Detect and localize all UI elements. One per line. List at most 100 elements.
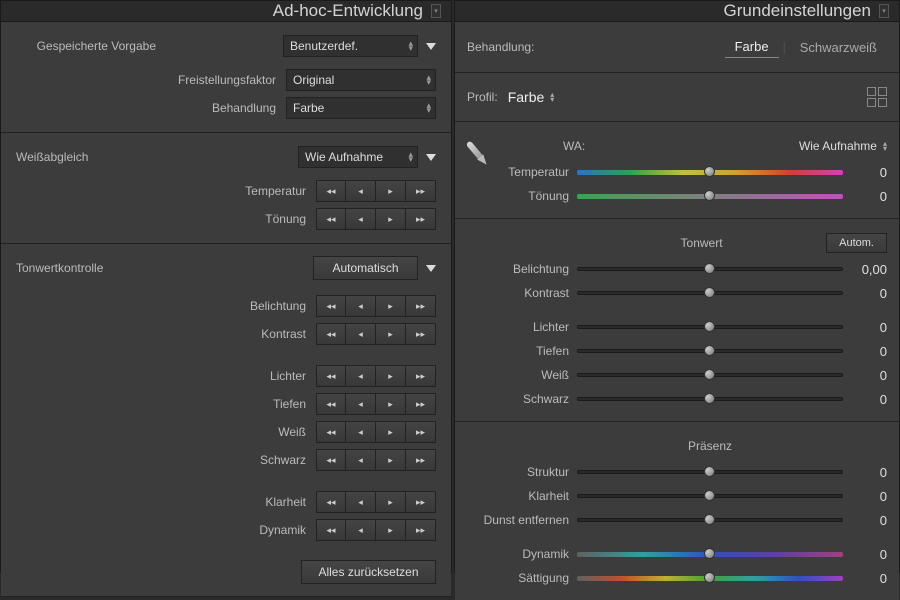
exposure-slider[interactable] xyxy=(577,263,843,275)
treatment-label: Behandlung: xyxy=(467,40,534,54)
saturation-slider[interactable] xyxy=(577,572,843,584)
step-big-up[interactable]: ▸▸ xyxy=(406,421,436,443)
preset-select[interactable]: Benutzerdef. ▴▾ xyxy=(283,35,418,57)
dehaze-value[interactable]: 0 xyxy=(843,513,887,528)
chevron-down-icon[interactable] xyxy=(426,154,436,161)
temp-slider[interactable] xyxy=(577,166,843,178)
blacks-value[interactable]: 0 xyxy=(843,392,887,407)
auto-button-r[interactable]: Autom. xyxy=(826,233,887,253)
shadows-label: Tiefen xyxy=(16,397,316,411)
step-big-down[interactable]: ◂◂ xyxy=(316,491,346,513)
reset-button[interactable]: Alles zurücksetzen xyxy=(301,560,436,584)
treatment-color[interactable]: Farbe xyxy=(725,36,779,58)
step-big-up[interactable]: ▸▸ xyxy=(406,365,436,387)
tint-value[interactable]: 0 xyxy=(843,189,887,204)
wb-select[interactable]: Wie Aufnahme ▴▾ xyxy=(799,139,887,153)
temp-label: Temperatur xyxy=(16,184,316,198)
exposure-label: Belichtung xyxy=(16,299,316,313)
highlights-value[interactable]: 0 xyxy=(843,320,887,335)
step-big-down[interactable]: ◂◂ xyxy=(316,519,346,541)
step-down[interactable]: ◂ xyxy=(346,421,376,443)
whites-slider[interactable] xyxy=(577,369,843,381)
step-up[interactable]: ▸ xyxy=(376,365,406,387)
step-big-down[interactable]: ◂◂ xyxy=(316,295,346,317)
treatment-bw[interactable]: Schwarzweiß xyxy=(790,37,887,58)
step-up[interactable]: ▸ xyxy=(376,323,406,345)
step-big-down[interactable]: ◂◂ xyxy=(316,449,346,471)
step-up[interactable]: ▸ xyxy=(376,393,406,415)
vibrance-label: Dynamik xyxy=(16,523,316,537)
step-big-up[interactable]: ▸▸ xyxy=(406,208,436,230)
shadows-slider[interactable] xyxy=(577,345,843,357)
vibrance-value[interactable]: 0 xyxy=(843,547,887,562)
step-down[interactable]: ◂ xyxy=(346,323,376,345)
chevron-down-icon[interactable] xyxy=(426,43,436,50)
shadows-value[interactable]: 0 xyxy=(843,344,887,359)
wb-select[interactable]: Wie Aufnahme ▴▾ xyxy=(298,146,418,168)
step-up[interactable]: ▸ xyxy=(376,491,406,513)
wb-section: Weißabgleich Wie Aufnahme ▴▾ Temperatur … xyxy=(1,133,451,244)
step-down[interactable]: ◂ xyxy=(346,393,376,415)
step-down[interactable]: ◂ xyxy=(346,491,376,513)
step-big-down[interactable]: ◂◂ xyxy=(316,365,346,387)
contrast-slider[interactable] xyxy=(577,287,843,299)
shadows-stepper: ◂◂ ◂ ▸ ▸▸ xyxy=(316,393,436,415)
auto-button[interactable]: Automatisch xyxy=(313,256,418,280)
step-big-down[interactable]: ◂◂ xyxy=(316,421,346,443)
step-big-down[interactable]: ◂◂ xyxy=(316,180,346,202)
clarity-slider[interactable] xyxy=(577,490,843,502)
step-down[interactable]: ◂ xyxy=(346,180,376,202)
tint-slider[interactable] xyxy=(577,190,843,202)
profile-browser-icon[interactable] xyxy=(867,87,887,107)
treatment-select[interactable]: Farbe ▴▾ xyxy=(286,97,436,119)
temp-value[interactable]: 0 xyxy=(843,165,887,180)
step-big-up[interactable]: ▸▸ xyxy=(406,519,436,541)
step-big-up[interactable]: ▸▸ xyxy=(406,295,436,317)
step-down[interactable]: ◂ xyxy=(346,449,376,471)
step-big-up[interactable]: ▸▸ xyxy=(406,449,436,471)
vibrance-slider[interactable] xyxy=(577,548,843,560)
shadows-label: Tiefen xyxy=(455,344,577,358)
tone-section-r: Tonwert Autom. Belichtung 0,00 Kontrast … xyxy=(455,219,899,422)
crop-value: Original xyxy=(293,73,334,87)
step-down[interactable]: ◂ xyxy=(346,365,376,387)
dehaze-slider[interactable] xyxy=(577,514,843,526)
step-big-up[interactable]: ▸▸ xyxy=(406,491,436,513)
profile-label: Profil: xyxy=(467,90,498,104)
contrast-value[interactable]: 0 xyxy=(843,286,887,301)
wb-section: WA: Wie Aufnahme ▴▾ Temperatur 0 Tönung … xyxy=(455,122,899,219)
step-down[interactable]: ◂ xyxy=(346,208,376,230)
step-big-down[interactable]: ◂◂ xyxy=(316,393,346,415)
step-big-down[interactable]: ◂◂ xyxy=(316,323,346,345)
exposure-value[interactable]: 0,00 xyxy=(843,262,887,277)
texture-slider[interactable] xyxy=(577,466,843,478)
step-big-up[interactable]: ▸▸ xyxy=(406,180,436,202)
tone-label: Tonwertkontrolle xyxy=(16,261,156,275)
clarity-value[interactable]: 0 xyxy=(843,489,887,504)
step-up[interactable]: ▸ xyxy=(376,180,406,202)
profile-select[interactable]: Farbe ▴▾ xyxy=(508,89,555,105)
step-up[interactable]: ▸ xyxy=(376,295,406,317)
step-up[interactable]: ▸ xyxy=(376,449,406,471)
blacks-slider[interactable] xyxy=(577,393,843,405)
panel-collapse-icon[interactable]: ▾ xyxy=(879,4,889,18)
crop-select[interactable]: Original ▴▾ xyxy=(286,69,436,91)
highlights-label: Lichter xyxy=(455,320,577,334)
texture-value[interactable]: 0 xyxy=(843,465,887,480)
step-down[interactable]: ◂ xyxy=(346,519,376,541)
step-down[interactable]: ◂ xyxy=(346,295,376,317)
whites-label: Weiß xyxy=(16,425,316,439)
step-big-down[interactable]: ◂◂ xyxy=(316,208,346,230)
step-big-up[interactable]: ▸▸ xyxy=(406,393,436,415)
step-big-up[interactable]: ▸▸ xyxy=(406,323,436,345)
preset-label: Gespeicherte Vorgabe xyxy=(16,39,156,53)
highlights-slider[interactable] xyxy=(577,321,843,333)
whites-value[interactable]: 0 xyxy=(843,368,887,383)
step-up[interactable]: ▸ xyxy=(376,519,406,541)
step-up[interactable]: ▸ xyxy=(376,208,406,230)
exposure-label: Belichtung xyxy=(455,262,577,276)
panel-collapse-icon[interactable]: ▾ xyxy=(431,4,441,18)
step-up[interactable]: ▸ xyxy=(376,421,406,443)
chevron-down-icon[interactable] xyxy=(426,265,436,272)
wb-label: Weißabgleich xyxy=(16,150,136,164)
